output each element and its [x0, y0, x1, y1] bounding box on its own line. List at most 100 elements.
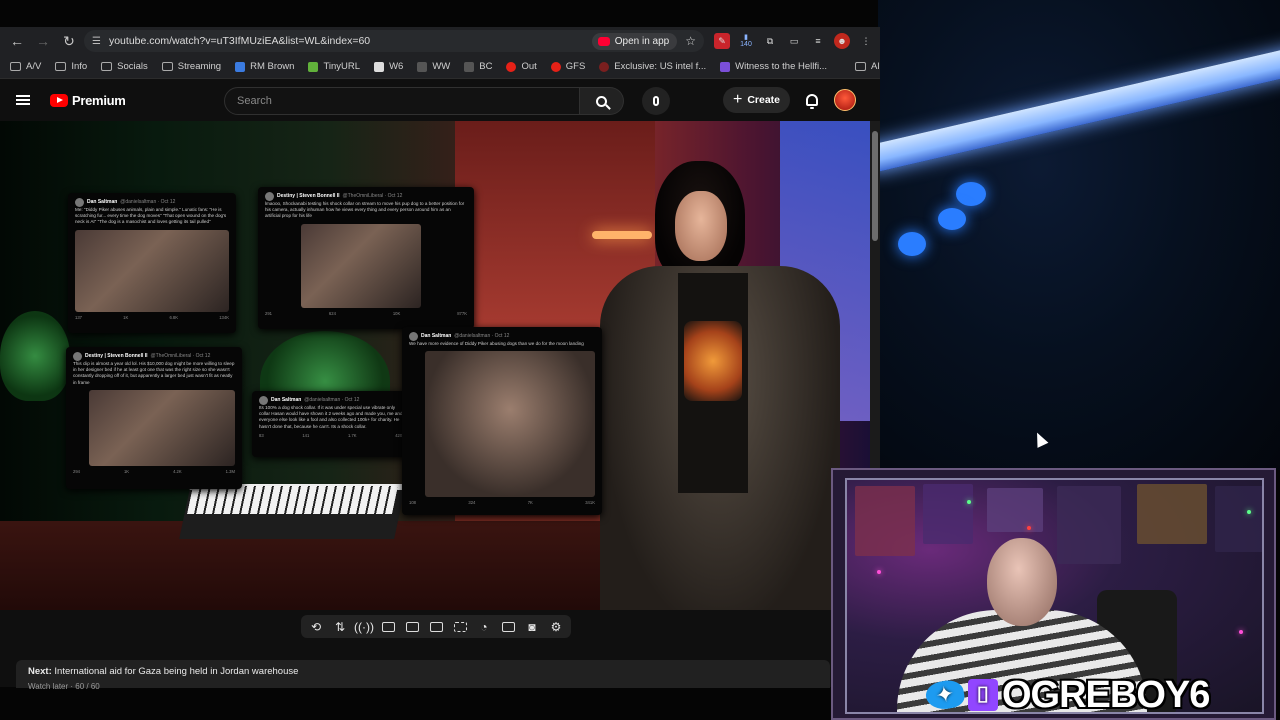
bookmark-out[interactable]: Out	[506, 61, 537, 72]
search-input[interactable]	[224, 87, 580, 115]
youtube-masthead: Premium + Create	[0, 79, 880, 121]
room-camera-background	[878, 0, 1280, 470]
bookmark-info[interactable]: Info	[55, 61, 87, 72]
browser-window: ← → ↻ ☰ youtube.com/watch?v=uT3IfMUziEA&…	[0, 27, 880, 687]
extensions-row: ✎ ▮ 140 ⧉ ▭ ≡ ☻ ⋮	[708, 33, 874, 49]
youtube-icon	[597, 36, 610, 46]
media-controls-icon[interactable]: ≡	[810, 33, 826, 49]
gear-icon[interactable]: ⚙	[547, 619, 565, 635]
search-icon	[596, 95, 607, 107]
cinema-icon[interactable]	[403, 619, 421, 635]
menu-icon[interactable]: ⋮	[858, 33, 874, 49]
tweet-card: Destiny | Steven Bonnell II @TheOmniLibe…	[258, 187, 474, 329]
site-icon	[417, 61, 428, 72]
youtube-play-icon	[50, 93, 68, 107]
plus-icon: +	[732, 91, 743, 108]
all-bookmarks[interactable]: All Bookmarks	[855, 61, 880, 72]
site-icon	[464, 61, 475, 72]
bookmark-rm-brown[interactable]: RM Brown	[235, 61, 294, 72]
enhancer-toolbar: ⟲ ⇅ ((·)) ◔ ◙ ⚙	[301, 615, 571, 638]
audio-icon[interactable]: ((·))	[354, 619, 374, 635]
plant	[0, 311, 70, 401]
loop-icon[interactable]: ⟲	[307, 619, 325, 635]
stream-screen: ← → ↻ ☰ youtube.com/watch?v=uT3IfMUziEA&…	[0, 0, 1280, 720]
voice-search-button[interactable]	[642, 87, 670, 115]
extension-badge-count: 140	[740, 41, 752, 48]
omnibox[interactable]: ☰ youtube.com/watch?v=uT3IfMUziEA&list=W…	[84, 30, 704, 52]
site-icon	[599, 61, 610, 72]
folder-icon	[10, 62, 21, 71]
playlist-progress: Watch later · 60 / 60	[28, 682, 100, 691]
tweet-stats: 83 141 1.7K 420K	[259, 432, 405, 438]
bookmark-av[interactable]: A/V	[10, 61, 41, 72]
avatar	[73, 352, 82, 361]
bell-icon[interactable]	[806, 94, 818, 109]
bookmark-streaming[interactable]: Streaming	[161, 61, 221, 72]
bookmark-ww[interactable]: WW	[417, 61, 450, 72]
bookmark-us-intel[interactable]: Exclusive: US intel f...	[599, 61, 706, 72]
bookmark-tinyurl[interactable]: TinyURL	[308, 61, 360, 72]
speed-icon[interactable]: ◔	[475, 619, 493, 635]
cast-icon[interactable]: ▭	[786, 33, 802, 49]
screenshot-icon[interactable]: ◙	[523, 619, 541, 635]
bookmark-witness[interactable]: Witness to the Hellfi...	[720, 61, 827, 72]
twitter-icon: ✦	[923, 677, 967, 713]
folder-icon	[55, 62, 67, 71]
next-video-bar[interactable]: Next: International aid for Gaza being h…	[16, 660, 830, 691]
video-player[interactable]: Dan Saltman @danielsaltman · Oct 12 Me: …	[0, 121, 870, 637]
streamer	[987, 538, 1057, 626]
open-in-app-label: Open in app	[614, 35, 670, 47]
tweet-card: Dan Saltman @danielsaltman · Oct 12 Me: …	[68, 193, 236, 333]
site-info-icon[interactable]: ☰	[92, 36, 101, 47]
tweet-stats: 137 1K 6.8K 134K	[75, 314, 229, 320]
led-light-strip	[878, 43, 1280, 175]
forward-icon[interactable]: →	[32, 30, 54, 52]
next-video-title[interactable]: International aid for Gaza being held in…	[54, 666, 298, 677]
profile-avatar-icon[interactable]: ☻	[834, 33, 850, 49]
picture-in-picture-icon[interactable]	[427, 619, 445, 635]
blue-light	[898, 232, 926, 256]
back-icon[interactable]: ←	[6, 30, 28, 52]
avatar	[265, 192, 274, 201]
folder-icon	[161, 62, 173, 71]
add-icon[interactable]	[499, 619, 517, 635]
playlist-icon[interactable]	[379, 619, 397, 635]
extension-red-icon[interactable]: ✎	[714, 33, 730, 49]
tweet-media	[75, 229, 229, 312]
star-icon[interactable]: ☆	[685, 34, 696, 48]
tweet-card: Destiny | Steven Bonnell II @TheOmniLibe…	[66, 347, 242, 489]
create-label: Create	[747, 94, 780, 106]
open-in-app-button[interactable]: Open in app	[591, 32, 678, 50]
tweet-stats: 294 1K 4.2K 1.3M	[73, 468, 235, 474]
url-text: youtube.com/watch?v=uT3IfMUziEA&list=WL&…	[108, 35, 371, 47]
tweet-card: Dan Saltman @danielsaltman · Oct 12 We h…	[402, 327, 602, 515]
twitch-icon: ⌷	[968, 679, 998, 711]
folder-icon	[855, 62, 867, 71]
create-button[interactable]: + Create	[722, 87, 790, 113]
extensions-icon[interactable]: ⧉	[762, 33, 778, 49]
scrollbar-thumb[interactable]	[872, 131, 878, 241]
avatar[interactable]	[834, 89, 856, 111]
bookmark-socials[interactable]: Socials	[101, 61, 148, 72]
mouse-cursor-icon	[1031, 430, 1049, 448]
bookmark-gfs[interactable]: GFS	[550, 61, 585, 72]
presenter	[600, 161, 840, 637]
folder-icon	[101, 62, 113, 71]
address-bar: ← → ↻ ☰ youtube.com/watch?v=uT3IfMUziEA&…	[0, 27, 880, 55]
hamburger-icon[interactable]	[16, 95, 30, 105]
extension-badge-icon[interactable]: ▮ 140	[738, 33, 754, 49]
sort-icon[interactable]: ⇅	[331, 619, 349, 635]
site-icon	[374, 61, 385, 72]
search-button[interactable]	[580, 87, 624, 115]
tweet-card: Dan Saltman @danielsaltman · Oct 12 Its …	[252, 391, 412, 457]
site-icon	[308, 61, 319, 72]
youtube-logo[interactable]: Premium	[50, 93, 126, 108]
reload-icon[interactable]: ↻	[58, 30, 80, 52]
search-box	[224, 87, 670, 115]
bookmark-w6[interactable]: W6	[374, 61, 403, 72]
player-controls-area: ⟲ ⇅ ((·)) ◔ ◙ ⚙	[0, 610, 880, 650]
tweet-media	[89, 389, 235, 466]
bookmark-bc[interactable]: BC	[464, 61, 492, 72]
site-icon	[235, 61, 246, 72]
theater-icon[interactable]	[451, 619, 469, 635]
